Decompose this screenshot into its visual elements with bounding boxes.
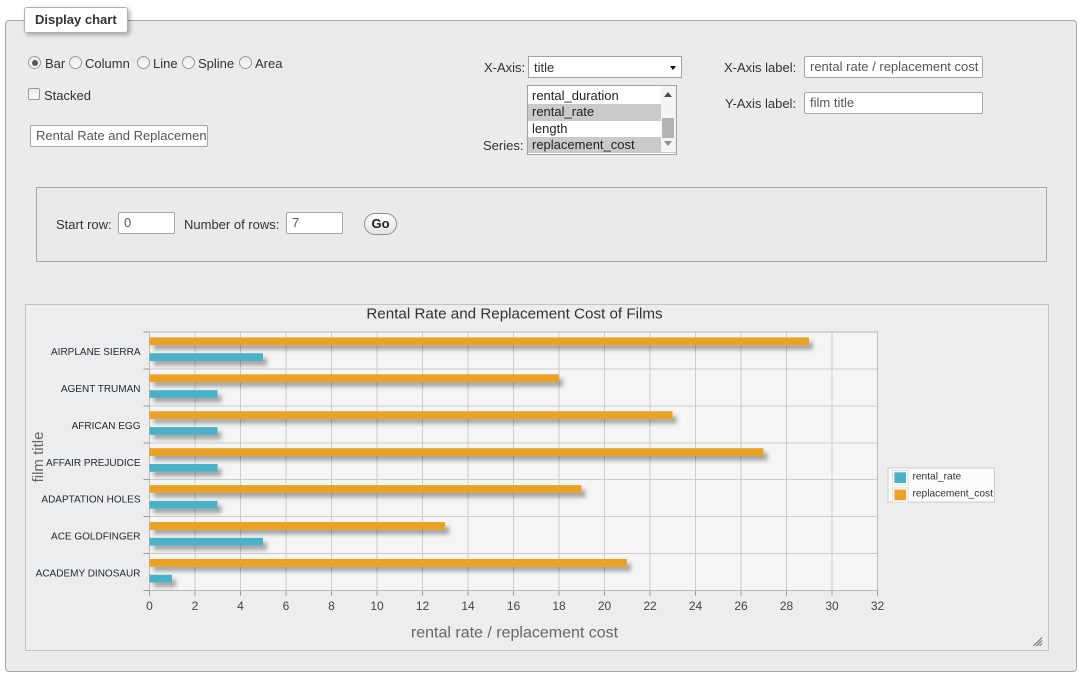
svg-text:ACADEMY DINOSAUR: ACADEMY DINOSAUR (36, 569, 141, 580)
svg-text:AFFAIR PREJUDICE: AFFAIR PREJUDICE (46, 458, 141, 469)
svg-text:24: 24 (689, 599, 703, 613)
svg-text:ACE GOLDFINGER: ACE GOLDFINGER (51, 532, 140, 543)
svg-text:0: 0 (146, 599, 153, 613)
svg-text:30: 30 (825, 599, 839, 613)
svg-text:AFRICAN EGG: AFRICAN EGG (72, 421, 141, 432)
svg-text:rental_rate: rental_rate (913, 471, 962, 482)
svg-text:ADAPTATION HOLES: ADAPTATION HOLES (41, 495, 140, 506)
svg-text:4: 4 (237, 599, 244, 613)
svg-text:16: 16 (507, 599, 521, 613)
svg-text:2: 2 (192, 599, 199, 613)
svg-text:film title: film title (30, 432, 47, 483)
svg-text:10: 10 (370, 599, 384, 613)
svg-text:26: 26 (734, 599, 748, 613)
svg-text:12: 12 (416, 599, 430, 613)
svg-text:32: 32 (871, 599, 885, 613)
svg-text:replacement_cost: replacement_cost (913, 489, 994, 500)
svg-text:8: 8 (328, 599, 335, 613)
svg-text:14: 14 (461, 599, 475, 613)
svg-text:28: 28 (780, 599, 794, 613)
svg-text:Rental Rate and Replacement Co: Rental Rate and Replacement Cost of Film… (366, 306, 663, 323)
svg-text:22: 22 (643, 599, 657, 613)
svg-text:AIRPLANE SIERRA: AIRPLANE SIERRA (51, 347, 141, 358)
svg-text:18: 18 (552, 599, 566, 613)
svg-text:rental rate / replacement cost: rental rate / replacement cost (411, 625, 619, 642)
svg-text:20: 20 (598, 599, 612, 613)
svg-text:6: 6 (283, 599, 290, 613)
svg-text:AGENT TRUMAN: AGENT TRUMAN (61, 384, 141, 395)
